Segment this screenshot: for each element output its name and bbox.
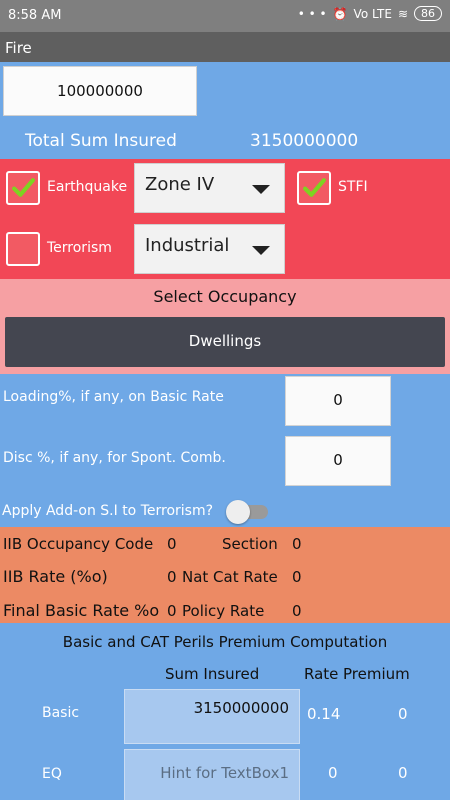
iib-rate-label: IIB Rate (%o) — [3, 567, 108, 586]
perils-section: Earthquake Zone IV STFI Terrorism Indust… — [0, 159, 450, 279]
check-icon — [12, 178, 35, 197]
notification-icon: • • • — [297, 6, 327, 21]
zone-select-value: Zone IV — [145, 174, 215, 195]
eq-row-label: EQ — [42, 766, 62, 782]
dropdown-arrow-icon — [252, 185, 270, 194]
rates-section: IIB Occupancy Code 0 Section 0 IIB Rate … — [0, 527, 450, 623]
check-icon — [303, 178, 326, 197]
status-icons: • • • ⏰ Vo LTE ≋ 86 — [298, 6, 442, 21]
sum-insured-header: Sum Insured — [165, 665, 260, 683]
nat-cat-value: 0 — [292, 568, 302, 586]
basic-premium-value: 0 — [398, 705, 408, 723]
earthquake-label: Earthquake — [47, 179, 128, 195]
final-basic-rate-label: Final Basic Rate %o — [3, 601, 160, 620]
eq-premium-value: 0 — [398, 764, 408, 782]
policy-rate-label: Policy Rate — [182, 602, 265, 620]
iib-code-value: 0 — [167, 535, 177, 553]
wifi-icon: ≋ — [397, 6, 408, 21]
basic-sum-input[interactable]: 3150000000 — [124, 689, 300, 744]
disc-input[interactable]: 0 — [285, 436, 391, 486]
iib-code-label: IIB Occupancy Code — [3, 535, 154, 553]
total-sum-insured-label: Total Sum Insured — [25, 131, 177, 151]
sum-input[interactable]: 100000000 — [3, 66, 197, 116]
terrorism-type-value: Industrial — [145, 235, 230, 256]
computation-section: Basic and CAT Perils Premium Computation… — [0, 623, 450, 800]
addon-toggle-thumb[interactable] — [226, 500, 250, 524]
terrorism-checkbox[interactable] — [6, 232, 40, 266]
final-basic-rate-value: 0 — [167, 602, 177, 620]
disc-label: Disc %, if any, for Spont. Comb. — [3, 450, 226, 466]
basic-row-label: Basic — [42, 705, 80, 721]
policy-rate-value: 0 — [292, 602, 302, 620]
stfi-checkbox[interactable] — [297, 171, 331, 205]
alarm-icon: ⏰ — [332, 6, 348, 21]
terrorism-label: Terrorism — [47, 240, 112, 256]
status-time: 8:58 AM — [8, 8, 62, 23]
total-sum-insured-value: 3150000000 — [250, 131, 359, 151]
zone-select[interactable]: Zone IV — [134, 163, 285, 213]
sum-section: 100000000 Total Sum Insured 3150000000 — [0, 62, 450, 159]
loading-label: Loading%, if any, on Basic Rate — [3, 389, 224, 405]
nat-cat-label: Nat Cat Rate — [182, 568, 278, 586]
stfi-label: STFI — [338, 179, 368, 195]
battery-icon: 86 — [414, 6, 442, 21]
addon-label: Apply Add-on S.I to Terrorism? — [2, 503, 214, 519]
basic-rate-value: 0.14 — [307, 705, 341, 723]
eq-sum-input[interactable]: Hint for TextBox1 — [124, 749, 300, 800]
section-label: Section — [222, 535, 278, 553]
eq-rate-value: 0 — [328, 764, 338, 782]
occupancy-section: Select Occupancy Dwellings — [0, 279, 450, 374]
terrorism-type-select[interactable]: Industrial — [134, 224, 285, 274]
adjustment-section: Loading%, if any, on Basic Rate 0 Disc %… — [0, 374, 450, 527]
section-value: 0 — [292, 535, 302, 553]
app-title: Fire — [0, 32, 450, 62]
select-occupancy-title: Select Occupancy — [153, 287, 297, 306]
lte-label: Vo LTE — [353, 6, 392, 21]
premium-header: Premium — [343, 665, 410, 683]
computation-title: Basic and CAT Perils Premium Computation — [62, 633, 388, 651]
iib-rate-value: 0 — [167, 568, 177, 586]
rate-header: Rate — [304, 665, 339, 683]
status-bar: 8:58 AM • • • ⏰ Vo LTE ≋ 86 — [0, 0, 450, 32]
loading-input[interactable]: 0 — [285, 376, 391, 426]
earthquake-checkbox[interactable] — [6, 171, 40, 205]
dropdown-arrow-icon — [252, 246, 270, 255]
occupancy-button[interactable]: Dwellings — [5, 317, 445, 367]
